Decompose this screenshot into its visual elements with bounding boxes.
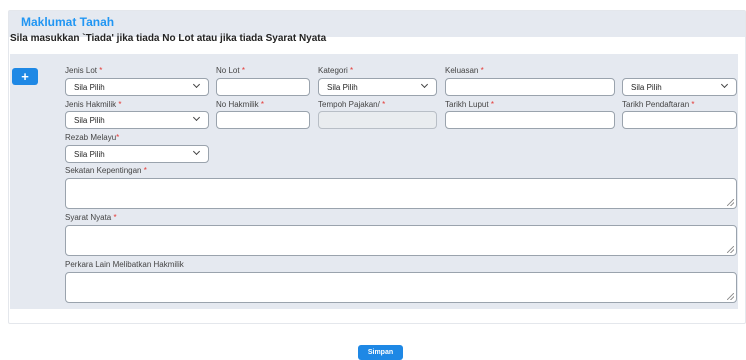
no-lot-input[interactable]	[216, 78, 310, 96]
resize-grip-icon[interactable]	[727, 246, 734, 253]
rezab-melayu-value: Sila Pilih	[74, 150, 105, 159]
chevron-down-icon	[192, 113, 201, 122]
jenis-lot-select[interactable]: Sila Pilih	[65, 78, 209, 96]
perkara-textarea[interactable]	[65, 272, 737, 303]
tarikh-luput-input[interactable]	[445, 111, 615, 129]
jenis-lot-label: Jenis Lot *	[65, 66, 103, 75]
kategori-value: Sila Pilih	[327, 83, 358, 92]
perkara-label: Perkara Lain Melibatkan Hakmilik	[65, 260, 184, 269]
kategori-label: Kategori *	[318, 66, 354, 75]
kategori-select[interactable]: Sila Pilih	[318, 78, 437, 96]
rezab-melayu-select[interactable]: Sila Pilih	[65, 145, 209, 163]
keluasan-input[interactable]	[445, 78, 615, 96]
jenis-lot-value: Sila Pilih	[74, 83, 105, 92]
jenis-hakmilik-select[interactable]: Sila Pilih	[65, 111, 209, 129]
keluasan-unit-select[interactable]: Sila Pilih	[622, 78, 737, 96]
tarikh-pendaftaran-input[interactable]	[622, 111, 737, 129]
tarikh-luput-label: Tarikh Luput *	[445, 100, 494, 109]
resize-grip-icon[interactable]	[727, 293, 734, 300]
instruction-note: Sila masukkan `Tiada' jika tiada No Lot …	[10, 33, 327, 44]
save-button[interactable]: Simpan	[358, 345, 403, 360]
syarat-label: Syarat Nyata *	[65, 213, 117, 222]
chevron-down-icon	[192, 80, 201, 89]
no-hakmilik-input[interactable]	[216, 111, 310, 129]
resize-grip-icon[interactable]	[727, 199, 734, 206]
chevron-down-icon	[720, 80, 729, 89]
chevron-down-icon	[192, 147, 201, 156]
keluasan-label: Keluasan *	[445, 66, 484, 75]
tempoh-pajakan-label: Tempoh Pajakan/ *	[318, 100, 386, 109]
rezab-melayu-label: Rezab Melayu*	[65, 133, 120, 142]
tarikh-pendaftaran-label: Tarikh Pendaftaran *	[622, 100, 695, 109]
jenis-hakmilik-label: Jenis Hakmilik *	[65, 100, 122, 109]
no-hakmilik-label: No Hakmilik *	[216, 100, 265, 109]
chevron-down-icon	[420, 80, 429, 89]
syarat-textarea[interactable]	[65, 225, 737, 256]
add-row-button[interactable]: +	[12, 68, 38, 85]
jenis-hakmilik-value: Sila Pilih	[74, 116, 105, 125]
keluasan-unit-value: Sila Pilih	[631, 83, 662, 92]
no-lot-label: No Lot *	[216, 66, 245, 75]
tempoh-pajakan-input	[318, 111, 437, 129]
sekatan-textarea[interactable]	[65, 178, 737, 209]
sekatan-label: Sekatan Kepentingan *	[65, 166, 147, 175]
